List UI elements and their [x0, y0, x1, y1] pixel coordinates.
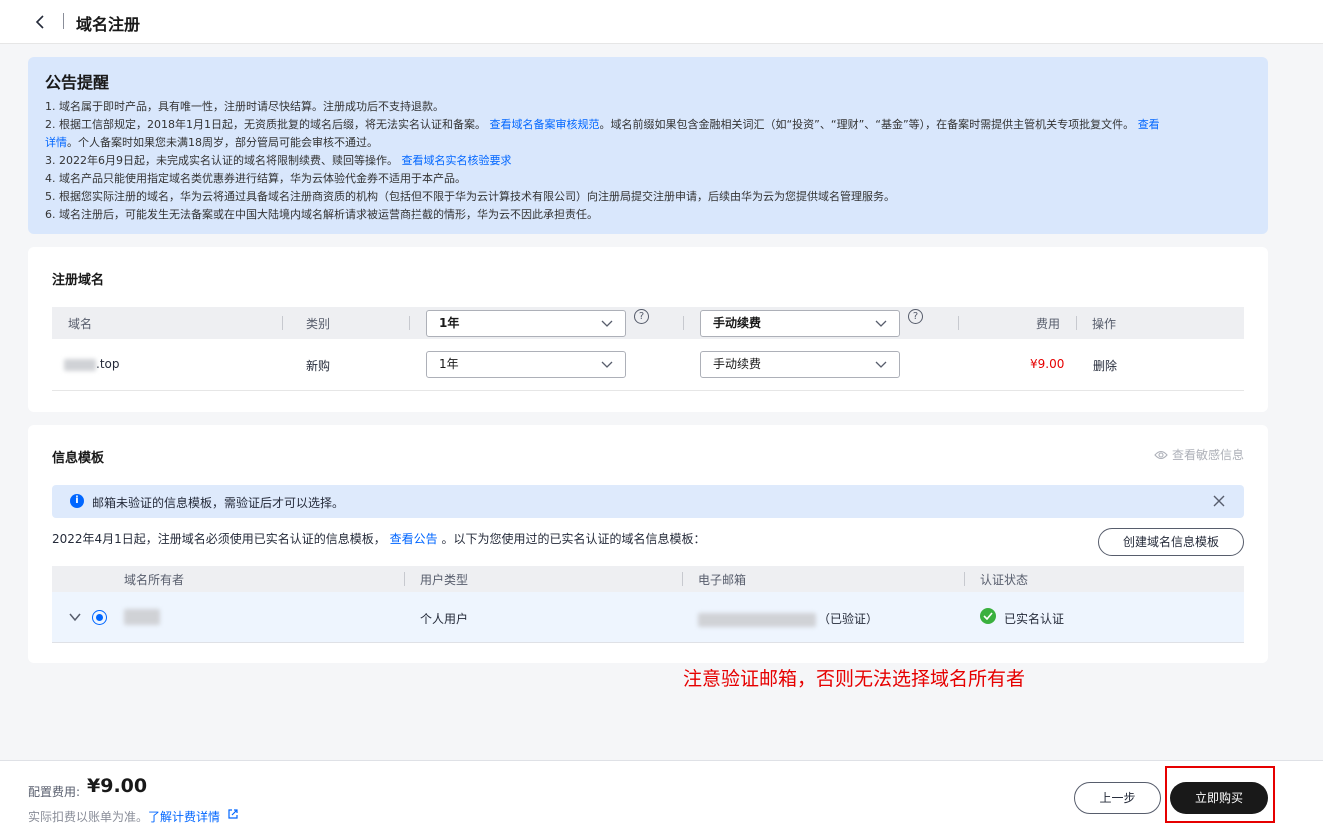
title-divider: [63, 13, 64, 29]
column-divider: [409, 316, 410, 330]
highlight-box: [1165, 766, 1275, 823]
column-divider: [958, 316, 959, 330]
column-divider: [282, 316, 283, 330]
notice-text: 5. 根据您实际注册的域名，华为云将通过具备域名注册商资质的机构（包括但不限于华…: [45, 190, 895, 203]
col-user-type: 用户类型: [420, 573, 469, 587]
notice-line: 6. 域名注册后，可能发生无法备案或在中国大陆境内域名解析请求被运营商拦截的情形…: [45, 206, 1251, 224]
footer-bar: 配置费用: ¥9.00 实际扣费以账单为准。 了解计费详情 上一步 立即购买: [0, 760, 1323, 832]
chevron-down-icon: [601, 320, 613, 327]
view-sensitive-label: 查看敏感信息: [1171, 448, 1244, 462]
status-cell: 已实名认证: [1004, 612, 1065, 626]
col-fee: 费用: [1036, 317, 1061, 331]
chevron-down-icon: [875, 320, 887, 327]
eye-icon: [1154, 450, 1168, 460]
expand-chevron-icon[interactable]: [68, 611, 82, 623]
batch-period-value: 1年: [439, 316, 460, 330]
fee-note: 实际扣费以账单为准。: [28, 810, 149, 824]
template-table-header: 域名所有者 用户类型 电子邮箱 认证状态: [52, 566, 1244, 592]
fee-total: ¥9.00: [87, 775, 148, 797]
column-divider: [964, 572, 965, 586]
delete-link[interactable]: 删除: [1093, 357, 1117, 374]
notice-line: 详情。个人备案时如果您未满18周岁，部分管局可能会审核不通过。: [45, 134, 1251, 152]
info-template-card: 信息模板 查看敏感信息 i 邮箱未验证的信息模板，需验证后才可以选择。 2022…: [28, 425, 1268, 663]
description-text: 2022年4月1日起，注册域名必须使用已实名认证的信息模板，: [52, 532, 386, 546]
notice-line: 2. 根据工信部规定，2018年1月1日起，无资质批复的域名后缀，将无法实名认证…: [45, 116, 1251, 134]
type-cell: 新购: [306, 359, 331, 373]
redacted-owner: [124, 609, 160, 625]
batch-period-select[interactable]: 1年: [426, 310, 626, 337]
info-alert: i 邮箱未验证的信息模板，需验证后才可以选择。: [52, 485, 1244, 518]
annotation-note: 注意验证邮箱，否则无法选择域名所有者: [683, 668, 1026, 690]
redacted-domain: [64, 358, 96, 371]
column-divider: [1076, 316, 1077, 330]
external-link-icon[interactable]: [227, 808, 239, 820]
renew-value: 手动续费: [713, 357, 762, 371]
table-row[interactable]: 个人用户 （已验证） 已实名认证: [52, 592, 1244, 643]
chevron-down-icon: [601, 361, 613, 368]
template-title: 信息模板: [52, 451, 105, 466]
notice-text: 6. 域名注册后，可能发生无法备案或在中国大陆境内域名解析请求被运营商拦截的情形…: [45, 208, 598, 221]
prev-step-button[interactable]: 上一步: [1074, 782, 1161, 814]
register-domain-card: 注册域名 域名 类别 1年 ? 手动续费 ? 费用 操作 .top 新购 1年 …: [28, 247, 1268, 412]
email-cell: （已验证）: [698, 610, 878, 627]
email-status: （已验证）: [818, 612, 879, 626]
notice-panel: 公告提醒 1. 域名属于即时产品，具有唯一性，注册时请尽快结算。注册成功后不支持…: [28, 57, 1268, 234]
real-name-rules-link[interactable]: 查看域名实名核验要求: [401, 154, 511, 167]
notice-title: 公告提醒: [45, 73, 110, 92]
notice-line: 3. 2022年6月9日起，未完成实名认证的域名将限制续费、赎回等操作。 查看域…: [45, 152, 1251, 170]
alert-text: 邮箱未验证的信息模板，需验证后才可以选择。: [92, 496, 345, 510]
period-value: 1年: [439, 357, 459, 371]
notice-text: 1. 域名属于即时产品，具有唯一性，注册时请尽快结算。注册成功后不支持退款。: [45, 100, 444, 113]
notice-text: 。域名前缀如果包含金融相关词汇（如“投资”、“理财”、“基金”等），在备案时需提…: [599, 118, 1135, 131]
col-domain: 域名: [68, 317, 93, 331]
period-select[interactable]: 1年: [426, 351, 626, 378]
owner-radio[interactable]: [92, 610, 107, 625]
notice-line: 1. 域名属于即时产品，具有唯一性，注册时请尽快结算。注册成功后不支持退款。: [45, 98, 1251, 116]
notice-line: 4. 域名产品只能使用指定域名类优惠券进行结算，华为云体验代金券不适用于本产品。: [45, 170, 1251, 188]
question-icon[interactable]: ?: [634, 309, 649, 324]
register-title: 注册域名: [52, 273, 105, 288]
notice-text: 4. 域名产品只能使用指定域名类优惠券进行结算，华为云体验代金券不适用于本产品。: [45, 172, 466, 185]
notice-text: 。个人备案时如果您未满18周岁，部分管局可能会审核不通过。: [67, 136, 378, 149]
description-text: 。以下为您使用过的已实名认证的域名信息模板：: [441, 532, 706, 546]
view-sensitive-button[interactable]: 查看敏感信息: [1154, 446, 1244, 463]
details-link[interactable]: 详情: [45, 136, 67, 149]
template-description: 2022年4月1日起，注册域名必须使用已实名认证的信息模板， 查看公告 。以下为…: [52, 530, 706, 547]
renew-select[interactable]: 手动续费: [700, 351, 900, 378]
col-owner: 域名所有者: [124, 573, 185, 587]
batch-renew-select[interactable]: 手动续费: [700, 310, 900, 337]
chevron-left-icon[interactable]: [30, 11, 52, 33]
page-title: 域名注册: [76, 15, 141, 34]
column-divider: [683, 316, 684, 330]
register-table-header: 域名 类别 1年 ? 手动续费 ? 费用 操作: [52, 307, 1244, 339]
domain-suffix: .top: [96, 357, 120, 371]
notice-text: 2. 根据工信部规定，2018年1月1日起，无资质批复的域名后缀，将无法实名认证…: [45, 118, 486, 131]
batch-renew-value: 手动续费: [713, 316, 762, 330]
col-status: 认证状态: [980, 573, 1029, 587]
view-announcement-link[interactable]: 查看公告: [390, 532, 438, 546]
notice-line: 5. 根据您实际注册的域名，华为云将通过具备域名注册商资质的机构（包括但不限于华…: [45, 188, 1251, 206]
question-icon[interactable]: ?: [908, 309, 923, 324]
check-circle-icon: [980, 608, 996, 624]
info-icon: i: [70, 494, 84, 508]
fee-cell: ¥9.00: [1030, 357, 1065, 371]
col-type: 类别: [306, 317, 331, 331]
column-divider: [682, 572, 683, 586]
create-template-button[interactable]: 创建域名信息模板: [1098, 528, 1244, 556]
user-type-cell: 个人用户: [420, 612, 469, 626]
close-icon[interactable]: [1212, 494, 1226, 508]
notice-text: 3. 2022年6月9日起，未完成实名认证的域名将限制续费、赎回等操作。: [45, 154, 398, 167]
redacted-email: [698, 612, 816, 627]
column-divider: [404, 572, 405, 586]
table-row: .top 新购 1年 手动续费 ¥9.00 删除: [52, 339, 1244, 391]
col-email: 电子邮箱: [698, 573, 747, 587]
billing-details-link[interactable]: 了解计费详情: [148, 808, 220, 825]
top-bar: 域名注册: [0, 0, 1323, 44]
chevron-down-icon: [875, 361, 887, 368]
domain-cell: .top: [64, 357, 119, 371]
fee-label: 配置费用:: [28, 785, 81, 799]
col-action: 操作: [1092, 317, 1117, 331]
filing-rules-link[interactable]: 查看域名备案审核规范: [489, 118, 599, 131]
view-link[interactable]: 查看: [1138, 118, 1160, 131]
